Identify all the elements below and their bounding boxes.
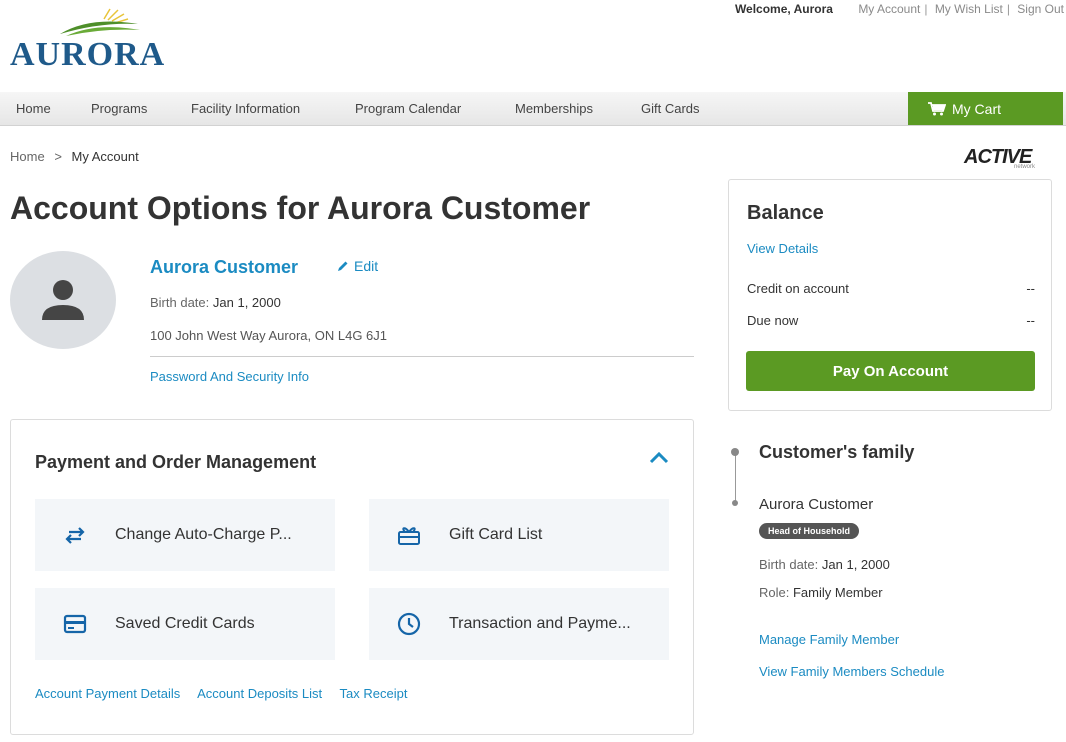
family-title: Customer's family bbox=[759, 442, 915, 462]
birth-date-value: Jan 1, 2000 bbox=[212, 295, 281, 310]
edit-profile-link[interactable]: Edit bbox=[337, 258, 378, 274]
view-details-link[interactable]: View Details bbox=[747, 241, 818, 256]
page-title: Account Options for Aurora Customer bbox=[10, 190, 591, 226]
credit-value: -- bbox=[1026, 281, 1035, 296]
breadcrumb-current: My Account bbox=[71, 149, 139, 164]
balance-title: Balance bbox=[747, 202, 824, 224]
account-payment-details-link[interactable]: Account Payment Details bbox=[35, 686, 180, 701]
tile-saved-credit-cards[interactable]: Saved Credit Cards bbox=[35, 588, 335, 660]
birth-date-label: Birth date: bbox=[150, 295, 210, 310]
swap-arrows-icon bbox=[65, 527, 85, 544]
section-title: Payment and Order Management bbox=[35, 452, 317, 472]
family-role-label: Role: bbox=[759, 585, 790, 600]
credit-card-icon bbox=[63, 614, 87, 634]
tile-gift-card-list[interactable]: Gift Card List bbox=[369, 499, 669, 571]
manage-family-member-link[interactable]: Manage Family Member bbox=[759, 632, 899, 647]
my-wish-list-link[interactable]: My Wish List bbox=[935, 2, 1003, 16]
tile-label: Transaction and Payme... bbox=[449, 615, 631, 632]
pencil-icon bbox=[338, 261, 348, 271]
site-header: AURORA Welcome, Aurora My Account | My Wi… bbox=[0, 0, 1066, 92]
address: 100 John West Way Aurora, ON L4G 6J1 bbox=[150, 328, 388, 343]
credit-row: Credit on account -- bbox=[747, 281, 1035, 296]
breadcrumb: Home > My Account bbox=[10, 149, 139, 164]
family-birth-value: Jan 1, 2000 bbox=[821, 557, 890, 572]
edit-label: Edit bbox=[354, 258, 379, 274]
timeline-dot bbox=[731, 448, 739, 456]
avatar bbox=[10, 251, 116, 349]
breadcrumb-separator: > bbox=[54, 149, 62, 164]
customer-name: Aurora Customer bbox=[150, 257, 299, 277]
family-timeline-line bbox=[735, 452, 736, 504]
sun-hills-logo-icon bbox=[60, 8, 140, 36]
password-security-link[interactable]: Password And Security Info bbox=[150, 369, 309, 384]
welcome-text: Welcome, Aurora bbox=[734, 2, 833, 16]
main-nav: Home Programs Facility Information Progr… bbox=[0, 92, 1066, 126]
cart-label: My Cart bbox=[952, 100, 1001, 117]
birth-date: Birth date: Jan 1, 2000 bbox=[150, 295, 281, 310]
payment-order-management-card: Payment and Order Management Change Auto… bbox=[10, 419, 694, 735]
family-birth-date: Birth date: Jan 1, 2000 bbox=[759, 557, 890, 572]
nav-memberships[interactable]: Memberships bbox=[515, 101, 593, 116]
nav-home[interactable]: Home bbox=[16, 101, 51, 116]
tile-transaction-payment[interactable]: Transaction and Payme... bbox=[369, 588, 669, 660]
tile-change-auto-charge[interactable]: Change Auto-Charge P... bbox=[35, 499, 335, 571]
account-deposits-list-link[interactable]: Account Deposits List bbox=[197, 686, 322, 701]
due-value: -- bbox=[1026, 313, 1035, 328]
tax-receipt-link[interactable]: Tax Receipt bbox=[340, 686, 408, 701]
view-family-schedule-link[interactable]: View Family Members Schedule bbox=[759, 664, 944, 679]
chevron-up-icon[interactable] bbox=[649, 450, 669, 469]
gift-card-icon bbox=[398, 527, 420, 545]
tile-label: Gift Card List bbox=[449, 526, 543, 543]
sign-out-link[interactable]: Sign Out bbox=[1017, 2, 1064, 16]
profile-divider bbox=[150, 356, 694, 357]
nav-facility-information[interactable]: Facility Information bbox=[191, 101, 300, 116]
account-links: Welcome, Aurora My Account | My Wish List… bbox=[734, 2, 1064, 16]
logo-text: AURORA bbox=[10, 36, 166, 73]
timeline-dot bbox=[732, 500, 738, 506]
pay-on-account-button[interactable]: Pay On Account bbox=[746, 351, 1035, 391]
nav-gift-cards[interactable]: Gift Cards bbox=[641, 101, 700, 116]
payment-links: Account Payment Details Account Deposits… bbox=[35, 686, 421, 701]
family-role: Role: Family Member bbox=[759, 585, 883, 600]
due-row: Due now -- bbox=[747, 313, 1035, 328]
balance-card: Balance View Details Credit on account -… bbox=[728, 179, 1052, 411]
family-member-name: Aurora Customer bbox=[759, 496, 874, 513]
credit-label: Credit on account bbox=[747, 281, 849, 296]
aurora-logo[interactable]: AURORA bbox=[10, 8, 200, 73]
nav-programs[interactable]: Programs bbox=[91, 101, 147, 116]
tile-label: Change Auto-Charge P... bbox=[115, 526, 292, 543]
clock-icon bbox=[397, 612, 421, 636]
due-label: Due now bbox=[747, 313, 799, 328]
cart-icon bbox=[928, 101, 946, 115]
my-account-link[interactable]: My Account bbox=[858, 2, 920, 16]
family-role-value: Family Member bbox=[792, 585, 883, 600]
head-of-household-badge: Head of Household bbox=[759, 523, 860, 539]
tile-label: Saved Credit Cards bbox=[115, 615, 255, 632]
active-network-sub: network bbox=[1014, 164, 1036, 170]
breadcrumb-home[interactable]: Home bbox=[10, 149, 45, 164]
my-cart-button[interactable]: My Cart bbox=[908, 92, 1063, 125]
family-birth-label: Birth date: bbox=[759, 557, 819, 572]
user-silhouette-icon bbox=[42, 280, 84, 320]
nav-program-calendar[interactable]: Program Calendar bbox=[355, 101, 461, 116]
